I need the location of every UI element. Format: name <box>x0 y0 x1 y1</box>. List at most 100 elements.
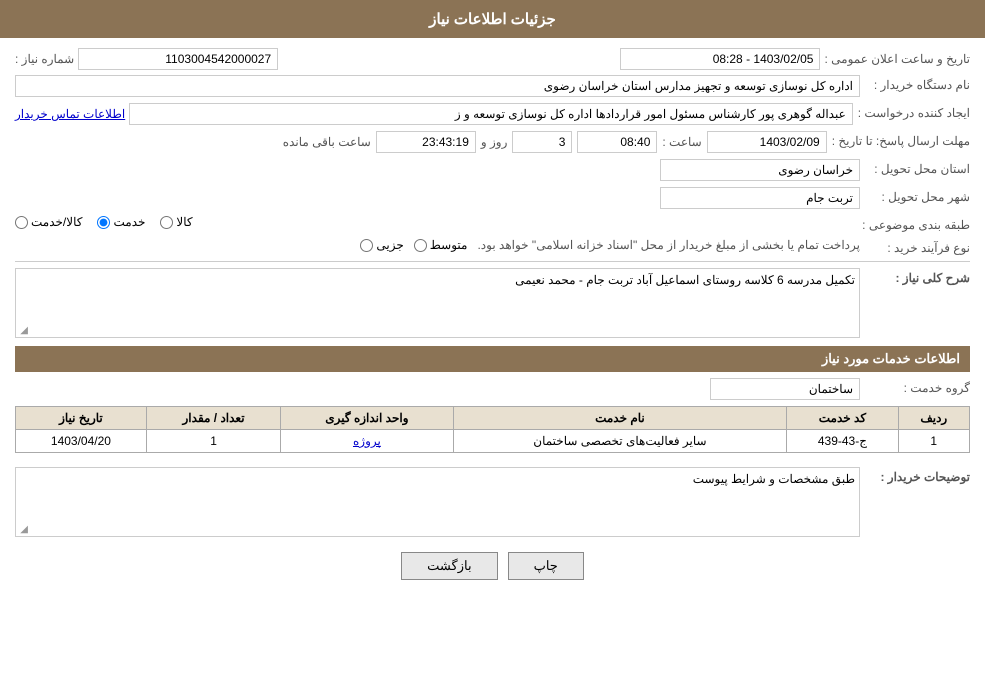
category-radio-khedmat[interactable] <box>97 216 110 229</box>
city-value: تربت جام <box>660 187 860 209</box>
need-description-row: شرح کلی نیاز : تکمیل مدرسه 6 کلاسه روستا… <box>15 268 970 338</box>
creator-value: عبداله گوهری پور کارشناس مسئول امور قرار… <box>129 103 853 125</box>
need-number-value: 1103004542000027 <box>78 48 278 70</box>
purchase-type-label: نوع فرآیند خرید : <box>860 238 970 255</box>
creator-row: ایجاد کننده درخواست : عبداله گوهری پور ک… <box>15 103 970 125</box>
creator-label: ایجاد کننده درخواست : <box>853 103 970 120</box>
buyer-desc-content: طبق مشخصات و شرایط پیوست ◢ <box>15 467 860 537</box>
purchase-type-label-jozi: جزیی <box>376 238 403 252</box>
button-row: چاپ بازگشت <box>15 552 970 580</box>
announce-date-value: 1403/02/05 - 08:28 <box>620 48 820 70</box>
purchase-type-mutawasset: متوسط <box>414 238 468 252</box>
buyer-desc-row: توضیحات خریدار : طبق مشخصات و شرایط پیوس… <box>15 467 970 537</box>
services-table: ردیف کد خدمت نام خدمت واحد اندازه گیری ت… <box>15 406 970 453</box>
print-button[interactable]: چاپ <box>508 552 584 580</box>
cell-service-name: سایر فعالیت‌های تخصصی ساختمان <box>453 430 787 453</box>
divider-1 <box>15 261 970 262</box>
city-content: تربت جام <box>15 187 860 209</box>
top-info-row: تاریخ و ساعت اعلان عمومی : 1403/02/05 - … <box>15 48 970 70</box>
purchase-type-joz'i: جزیی <box>360 238 403 252</box>
cell-row-num: 1 <box>898 430 969 453</box>
buyer-org-content: اداره کل نوسازی توسعه و تجهیز مدارس استا… <box>15 75 860 97</box>
service-group-value: ساختمان <box>710 378 860 400</box>
purchase-type-radio-mutawasset[interactable] <box>414 239 427 252</box>
announce-date-group: تاریخ و ساعت اعلان عمومی : 1403/02/05 - … <box>620 48 970 70</box>
service-group-label: گروه خدمت : <box>860 378 970 395</box>
city-label: شهر محل تحویل : <box>860 187 970 204</box>
content-area: تاریخ و ساعت اعلان عمومی : 1403/02/05 - … <box>0 38 985 600</box>
resize-handle-2: ◢ <box>18 524 28 534</box>
response-time-label: ساعت : <box>662 135 701 149</box>
purchase-note: پرداخت تمام یا بخشی از مبلغ خریدار از مح… <box>477 238 860 252</box>
buyer-desc-label: توضیحات خریدار : <box>860 467 970 484</box>
category-option-kala-khedmat: کالا/خدمت <box>15 215 82 229</box>
cell-unit[interactable]: پروژه <box>281 430 453 453</box>
province-label: استان محل تحویل : <box>860 159 970 176</box>
col-service-name: نام خدمت <box>453 407 787 430</box>
province-content: خراسان رضوی <box>15 159 860 181</box>
cell-service-code: ج-43-439 <box>787 430 898 453</box>
category-radio-group: کالا/خدمت خدمت کالا <box>15 215 857 229</box>
need-number-group: 1103004542000027 شماره نیاز : <box>15 48 278 70</box>
services-table-head: ردیف کد خدمت نام خدمت واحد اندازه گیری ت… <box>16 407 970 430</box>
category-label-khedmat: خدمت <box>113 215 145 229</box>
buyer-desc-text: طبق مشخصات و شرایط پیوست <box>693 472 855 486</box>
category-row: طبقه بندی موضوعی : کالا/خدمت خدمت کالا <box>15 215 970 232</box>
need-description-value: تکمیل مدرسه 6 کلاسه روستای اسماعیل آباد … <box>15 268 860 338</box>
buyer-desc-box: طبق مشخصات و شرایط پیوست ◢ <box>15 467 860 537</box>
purchase-type-group: پرداخت تمام یا بخشی از مبلغ خریدار از مح… <box>15 238 860 252</box>
buyer-org-value: اداره کل نوسازی توسعه و تجهیز مدارس استا… <box>15 75 860 97</box>
services-table-header-row: ردیف کد خدمت نام خدمت واحد اندازه گیری ت… <box>16 407 970 430</box>
buyer-org-row: نام دستگاه خریدار : اداره کل نوسازی توسع… <box>15 75 970 97</box>
page-title: جزئیات اطلاعات نیاز <box>429 11 556 28</box>
col-quantity: تعداد / مقدار <box>146 407 280 430</box>
province-row: استان محل تحویل : خراسان رضوی <box>15 159 970 181</box>
purchase-type-label-mutawasset: متوسط <box>430 238 468 252</box>
services-table-body: 1 ج-43-439 سایر فعالیت‌های تخصصی ساختمان… <box>16 430 970 453</box>
purchase-type-radio-jozi[interactable] <box>360 239 373 252</box>
page-wrapper: جزئیات اطلاعات نیاز تاریخ و ساعت اعلان ع… <box>0 0 985 691</box>
creator-content: عبداله گوهری پور کارشناس مسئول امور قرار… <box>15 103 853 125</box>
need-description-label: شرح کلی نیاز : <box>860 268 970 285</box>
category-label: طبقه بندی موضوعی : <box>857 215 970 232</box>
page-header: جزئیات اطلاعات نیاز <box>0 0 985 38</box>
response-days-value: 3 <box>512 131 572 153</box>
category-label-kala-khedmat: کالا/خدمت <box>31 215 82 229</box>
response-days-label: روز و <box>481 135 508 149</box>
response-deadline-row: مهلت ارسال پاسخ: تا تاریخ : 1403/02/09 س… <box>15 131 970 153</box>
need-number-label: شماره نیاز : <box>15 52 74 66</box>
province-value: خراسان رضوی <box>660 159 860 181</box>
service-group-content: ساختمان <box>15 378 860 400</box>
response-time-value: 08:40 <box>577 131 657 153</box>
need-description-text: تکمیل مدرسه 6 کلاسه روستای اسماعیل آباد … <box>515 273 855 287</box>
response-remaining-label: ساعت باقی مانده <box>283 135 371 149</box>
category-content: کالا/خدمت خدمت کالا <box>15 215 857 229</box>
response-deadline-content: 1403/02/09 ساعت : 08:40 3 روز و 23:43:19… <box>15 131 827 153</box>
city-row: شهر محل تحویل : تربت جام <box>15 187 970 209</box>
table-row: 1 ج-43-439 سایر فعالیت‌های تخصصی ساختمان… <box>16 430 970 453</box>
services-section-title: اطلاعات خدمات مورد نیاز <box>15 346 970 372</box>
buyer-org-label: نام دستگاه خریدار : <box>860 75 970 92</box>
purchase-type-content: پرداخت تمام یا بخشی از مبلغ خریدار از مح… <box>15 238 860 252</box>
announce-date-label: تاریخ و ساعت اعلان عمومی : <box>824 52 970 66</box>
cell-quantity: 1 <box>146 430 280 453</box>
col-unit: واحد اندازه گیری <box>281 407 453 430</box>
col-row-num: ردیف <box>898 407 969 430</box>
col-date: تاریخ نیاز <box>16 407 147 430</box>
response-deadline-label: مهلت ارسال پاسخ: تا تاریخ : <box>827 131 970 148</box>
service-group-row: گروه خدمت : ساختمان <box>15 378 970 400</box>
category-option-kala: کالا <box>160 215 192 229</box>
category-radio-kala-khedmat[interactable] <box>15 216 28 229</box>
purchase-type-row: نوع فرآیند خرید : پرداخت تمام یا بخشی از… <box>15 238 970 255</box>
col-service-code: کد خدمت <box>787 407 898 430</box>
need-description-content: تکمیل مدرسه 6 کلاسه روستای اسماعیل آباد … <box>15 268 860 338</box>
category-option-khedmat: خدمت <box>97 215 145 229</box>
category-label-kala: کالا <box>176 215 192 229</box>
back-button[interactable]: بازگشت <box>401 552 497 580</box>
creator-contact-link[interactable]: اطلاعات تماس خریدار <box>15 107 125 121</box>
resize-handle-1: ◢ <box>18 325 28 335</box>
response-date-value: 1403/02/09 <box>707 131 827 153</box>
category-radio-kala[interactable] <box>160 216 173 229</box>
cell-date: 1403/04/20 <box>16 430 147 453</box>
response-remaining-value: 23:43:19 <box>376 131 476 153</box>
